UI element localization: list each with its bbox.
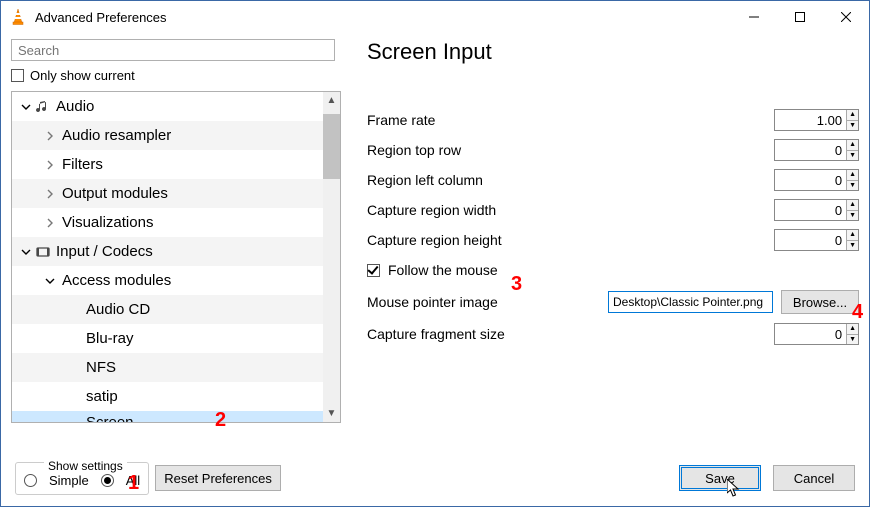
scroll-down-button[interactable]: ▼ [323,405,340,422]
tree-label: Audio [56,98,94,115]
frame-rate-label: Frame rate [367,112,774,128]
close-button[interactable] [823,1,869,33]
chevron-down-icon [18,247,34,257]
show-settings-group: Show settings Simple All [15,462,149,495]
frame-rate-input[interactable] [775,110,846,130]
spin-down-icon[interactable]: ▼ [847,241,858,251]
spin-down-icon[interactable]: ▼ [847,335,858,345]
vlc-cone-icon [9,8,27,26]
spin-up-icon[interactable]: ▲ [847,324,858,335]
tree-label: Audio CD [86,301,150,318]
spin-down-icon[interactable]: ▼ [847,211,858,221]
chevron-right-icon [42,160,58,170]
chevron-right-icon [42,189,58,199]
tree-label: Filters [62,156,103,173]
region-top-label: Region top row [367,142,774,158]
region-left-label: Region left column [367,172,774,188]
capture-height-label: Capture region height [367,232,774,248]
tree-access-modules[interactable]: Access modules [12,266,323,295]
audio-icon [34,99,52,115]
region-top-input[interactable] [775,140,846,160]
search-input[interactable] [11,39,335,61]
simple-radio-label: Simple [49,473,89,488]
tree-nfs[interactable]: NFS [12,353,323,382]
scroll-thumb[interactable] [323,114,340,179]
capture-height-spinbox[interactable]: ▲▼ [774,229,859,251]
tree-screen[interactable]: Screen [12,411,323,422]
tree-label: Blu-ray [86,330,134,347]
tree-input-codecs[interactable]: Input / Codecs [12,237,323,266]
frame-rate-spinbox[interactable]: ▲▼ [774,109,859,131]
only-show-current-label: Only show current [30,68,135,83]
capture-width-label: Capture region width [367,202,774,218]
follow-mouse-label: Follow the mouse [388,262,498,278]
preferences-tree: Audio Audio resampler Filters [11,91,341,423]
spin-up-icon[interactable]: ▲ [847,110,858,121]
tree-label: Screen [86,414,134,423]
spin-up-icon[interactable]: ▲ [847,170,858,181]
tree-label: NFS [86,359,116,376]
spin-down-icon[interactable]: ▼ [847,151,858,161]
cancel-button[interactable]: Cancel [773,465,855,491]
capture-height-input[interactable] [775,230,846,250]
spin-down-icon[interactable]: ▼ [847,181,858,191]
capture-width-input[interactable] [775,200,846,220]
minimize-button[interactable] [731,1,777,33]
all-radio[interactable] [101,474,114,487]
mouse-pointer-image-label: Mouse pointer image [367,294,600,310]
browse-button[interactable]: Browse... [781,290,859,314]
panel-heading: Screen Input [367,39,859,65]
spin-up-icon[interactable]: ▲ [847,140,858,151]
tree-visualizations[interactable]: Visualizations [12,208,323,237]
show-settings-label: Show settings [44,459,127,473]
spin-up-icon[interactable]: ▲ [847,200,858,211]
scroll-up-button[interactable]: ▲ [323,92,340,109]
tree-audio-resampler[interactable]: Audio resampler [12,121,323,150]
capture-width-spinbox[interactable]: ▲▼ [774,199,859,221]
mouse-pointer-image-input[interactable] [608,291,773,313]
reset-preferences-button[interactable]: Reset Preferences [155,465,281,491]
all-radio-label: All [126,473,140,488]
spin-down-icon[interactable]: ▼ [847,121,858,131]
tree-audio-cd[interactable]: Audio CD [12,295,323,324]
fragment-size-label: Capture fragment size [367,326,774,342]
tree-label: Input / Codecs [56,243,153,260]
region-top-spinbox[interactable]: ▲▼ [774,139,859,161]
follow-mouse-checkbox[interactable] [367,264,380,277]
spin-up-icon[interactable]: ▲ [847,230,858,241]
simple-radio[interactable] [24,474,37,487]
codecs-icon [34,244,52,260]
fragment-size-spinbox[interactable]: ▲▼ [774,323,859,345]
region-left-input[interactable] [775,170,846,190]
tree-bluray[interactable]: Blu-ray [12,324,323,353]
tree-label: Visualizations [62,214,153,231]
tree-satip[interactable]: satip [12,382,323,411]
title-bar: Advanced Preferences [1,1,869,33]
region-left-spinbox[interactable]: ▲▼ [774,169,859,191]
fragment-size-input[interactable] [775,324,846,344]
tree-label: Access modules [62,272,171,289]
tree-filters[interactable]: Filters [12,150,323,179]
tree-label: satip [86,388,118,405]
save-button[interactable]: Save [679,465,761,491]
tree-audio[interactable]: Audio [12,92,323,121]
chevron-right-icon [42,218,58,228]
tree-label: Output modules [62,185,168,202]
chevron-down-icon [42,276,58,286]
maximize-button[interactable] [777,1,823,33]
tree-output-modules[interactable]: Output modules [12,179,323,208]
only-show-current-checkbox[interactable] [11,69,24,82]
chevron-down-icon [18,102,34,112]
tree-label: Audio resampler [62,127,171,144]
tree-scrollbar[interactable]: ▲ ▼ [323,92,340,422]
chevron-right-icon [42,131,58,141]
window-title: Advanced Preferences [35,10,167,25]
